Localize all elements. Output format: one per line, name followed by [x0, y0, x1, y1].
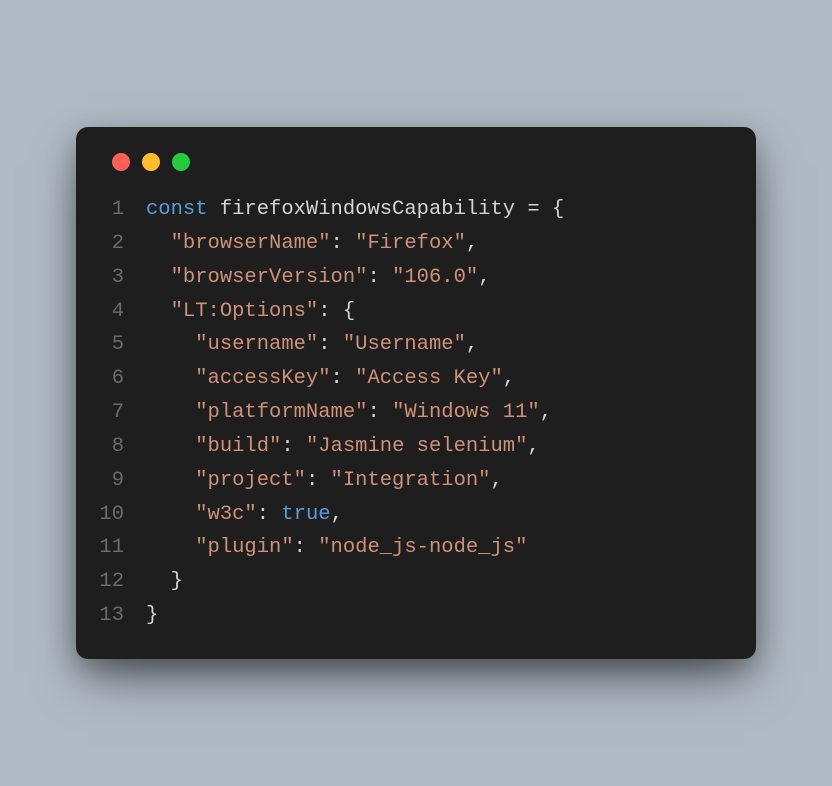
- code-line: 7 "platformName": "Windows 11",: [94, 396, 724, 430]
- line-content: const firefoxWindowsCapability = {: [146, 193, 564, 227]
- line-number: 5: [94, 328, 146, 362]
- window-titlebar: [94, 153, 724, 171]
- line-content: }: [146, 599, 158, 633]
- line-content: }: [146, 565, 183, 599]
- line-number: 2: [94, 227, 146, 261]
- line-number: 9: [94, 464, 146, 498]
- code-line: 5 "username": "Username",: [94, 328, 724, 362]
- close-icon[interactable]: [112, 153, 130, 171]
- code-line: 6 "accessKey": "Access Key",: [94, 362, 724, 396]
- line-number: 4: [94, 295, 146, 329]
- code-line: 11 "plugin": "node_js-node_js": [94, 531, 724, 565]
- code-line: 8 "build": "Jasmine selenium",: [94, 430, 724, 464]
- code-block: 1const firefoxWindowsCapability = {2 "br…: [94, 193, 724, 633]
- line-number: 11: [94, 531, 146, 565]
- code-line: 12 }: [94, 565, 724, 599]
- line-content: "platformName": "Windows 11",: [146, 396, 552, 430]
- line-number: 3: [94, 261, 146, 295]
- line-number: 8: [94, 430, 146, 464]
- line-number: 13: [94, 599, 146, 633]
- line-content: "project": "Integration",: [146, 464, 503, 498]
- line-content: "accessKey": "Access Key",: [146, 362, 515, 396]
- line-content: "w3c": true,: [146, 498, 343, 532]
- code-line: 10 "w3c": true,: [94, 498, 724, 532]
- line-number: 12: [94, 565, 146, 599]
- code-line: 1const firefoxWindowsCapability = {: [94, 193, 724, 227]
- code-line: 4 "LT:Options": {: [94, 295, 724, 329]
- line-content: "username": "Username",: [146, 328, 478, 362]
- line-number: 7: [94, 396, 146, 430]
- maximize-icon[interactable]: [172, 153, 190, 171]
- line-number: 10: [94, 498, 146, 532]
- line-number: 6: [94, 362, 146, 396]
- code-line: 2 "browserName": "Firefox",: [94, 227, 724, 261]
- code-line: 13}: [94, 599, 724, 633]
- line-content: "build": "Jasmine selenium",: [146, 430, 540, 464]
- code-line: 3 "browserVersion": "106.0",: [94, 261, 724, 295]
- line-content: "browserVersion": "106.0",: [146, 261, 491, 295]
- line-content: "LT:Options": {: [146, 295, 355, 329]
- line-content: "plugin": "node_js-node_js": [146, 531, 527, 565]
- code-line: 9 "project": "Integration",: [94, 464, 724, 498]
- line-number: 1: [94, 193, 146, 227]
- line-content: "browserName": "Firefox",: [146, 227, 478, 261]
- minimize-icon[interactable]: [142, 153, 160, 171]
- code-window: 1const firefoxWindowsCapability = {2 "br…: [76, 127, 756, 659]
